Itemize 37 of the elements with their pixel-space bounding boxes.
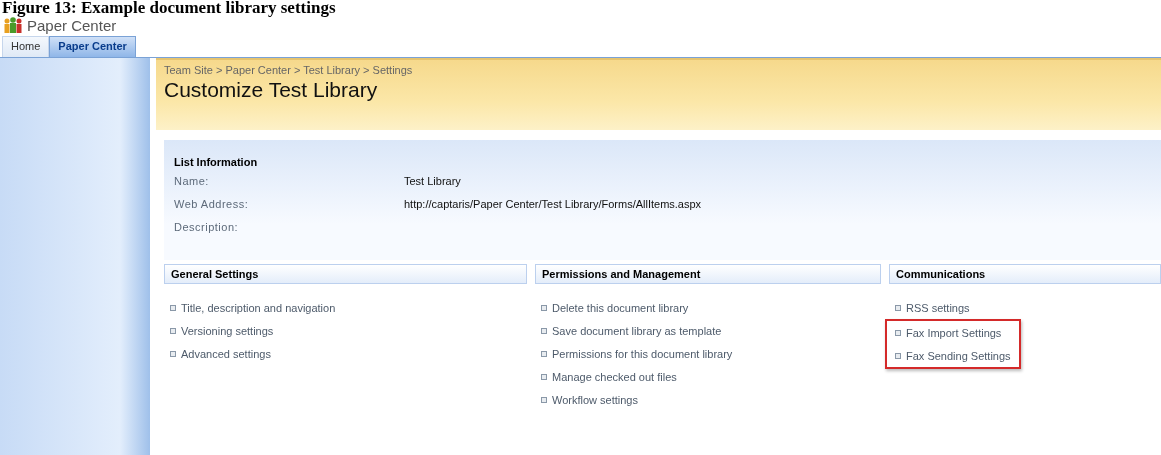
bullet-icon <box>170 350 176 357</box>
section-heading: Permissions and Management <box>535 264 881 284</box>
field-label: Name: <box>174 175 210 189</box>
bullet-icon <box>170 304 176 311</box>
settings-link[interactable]: Manage checked out files <box>552 370 677 383</box>
breadcrumb: Team Site > Paper Center > Test Library > Settings <box>164 64 414 76</box>
settings-link[interactable]: Permissions for this document library <box>552 347 733 360</box>
bullet-icon <box>541 396 547 403</box>
settings-link[interactable]: Delete this document library <box>552 301 689 314</box>
section-heading: List Information <box>174 156 259 168</box>
field-value: http://captaris/Paper Center/Test Library/Forms/AllItems.aspx <box>404 198 702 212</box>
nav-tab[interactable]: Paper Center <box>49 36 136 57</box>
site-title: Paper Center <box>27 16 117 34</box>
settings-link[interactable]: RSS settings <box>906 301 970 314</box>
bullet-icon <box>541 350 547 357</box>
settings-link[interactable]: Versioning settings <box>181 324 274 337</box>
bullet-icon <box>895 329 901 336</box>
bullet-icon <box>541 304 547 311</box>
settings-link[interactable]: Fax Import Settings <box>906 326 1002 339</box>
field-label: Web Address: <box>174 198 250 212</box>
bullet-icon <box>895 352 901 359</box>
field-value: Test Library <box>404 175 461 189</box>
settings-link[interactable]: Workflow settings <box>552 393 638 406</box>
people-icon <box>3 16 23 34</box>
bullet-icon <box>541 373 547 380</box>
bullet-icon <box>895 304 901 311</box>
settings-link[interactable]: Advanced settings <box>181 347 271 360</box>
page-title: Customize Test Library <box>164 78 379 102</box>
settings-link[interactable]: Title, description and navigation <box>181 301 336 314</box>
nav-tab[interactable]: Home <box>2 36 50 57</box>
bullet-icon <box>541 327 547 334</box>
section-heading: Communications <box>889 264 1161 284</box>
bullet-icon <box>170 327 176 334</box>
settings-link[interactable]: Save document library as template <box>552 324 722 337</box>
section-heading: General Settings <box>164 264 527 284</box>
field-label: Description: <box>174 221 240 235</box>
settings-link[interactable]: Fax Sending Settings <box>906 349 1011 362</box>
